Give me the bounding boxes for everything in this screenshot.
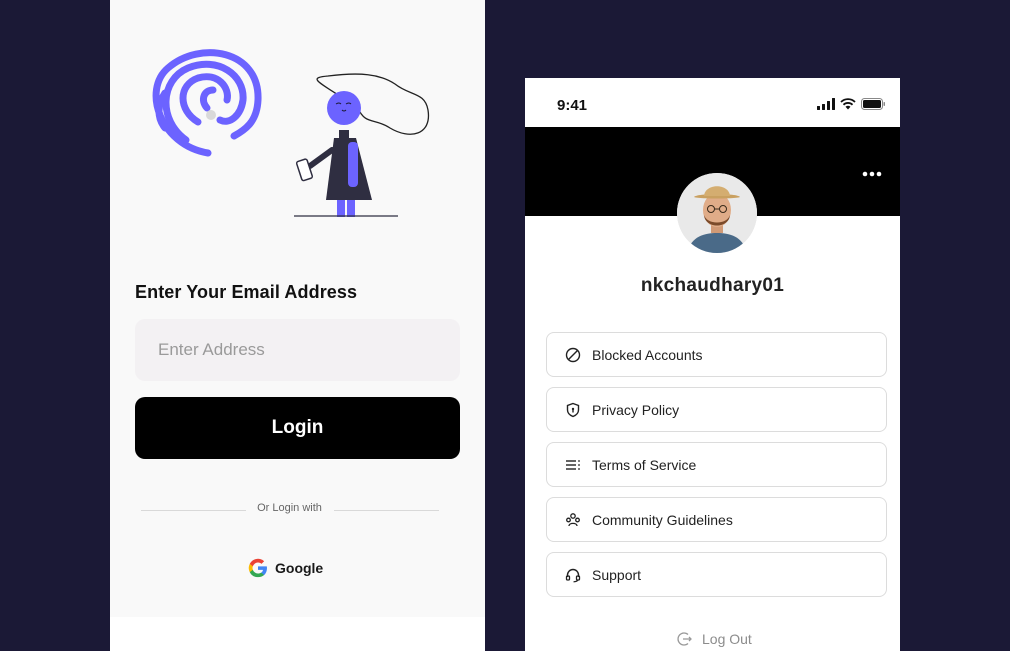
divider-right [334,510,439,511]
avatar-image [677,173,757,253]
bottom-strip [110,617,485,651]
menu-label: Terms of Service [592,456,697,473]
avatar[interactable] [677,173,757,253]
divider-left [141,510,246,511]
more-icon [862,171,882,177]
menu-item-community-guidelines[interactable]: Community Guidelines [546,497,887,542]
logout-button[interactable]: Log Out [677,631,752,647]
signal-icon [817,98,835,110]
blocked-icon [564,346,582,364]
login-screen: Enter Your Email Address Login Or Login … [110,0,485,651]
username: nkchaudhary01 [640,275,785,296]
menu-item-support[interactable]: Support [546,552,887,597]
menu-label: Support [592,566,642,583]
profile-screen: 9:41 nkchaudhary01 Blocked Accounts Priv… [525,78,900,651]
email-address-input[interactable] [135,319,460,381]
menu-label: Privacy Policy [592,401,680,418]
fingerprint-illustration [152,49,430,217]
logout-icon [677,632,692,646]
status-time: 9:41 [557,97,588,114]
logout-label: Log Out [702,631,752,647]
battery-icon [861,98,885,110]
or-login-with-text: Or Login with [257,502,322,514]
shield-icon [564,401,582,419]
menu-label: Blocked Accounts [592,346,703,363]
google-icon [248,558,267,578]
google-login-button[interactable]: Google [247,553,332,583]
headset-icon [564,566,582,584]
menu-label: Community Guidelines [592,511,733,528]
status-icons [817,98,886,110]
wifi-icon [840,98,856,110]
email-heading: Enter Your Email Address [135,282,358,302]
person-figure [294,73,430,217]
list-icon [564,456,582,474]
fingerprint-icon [152,49,262,157]
login-button[interactable]: Login [135,397,460,459]
more-options-button[interactable] [857,162,887,186]
menu-item-blocked-accounts[interactable]: Blocked Accounts [546,332,887,377]
community-icon [564,511,582,529]
menu-item-terms-of-service[interactable]: Terms of Service [546,442,887,487]
google-label: Google [275,560,324,576]
menu-item-privacy-policy[interactable]: Privacy Policy [546,387,887,432]
